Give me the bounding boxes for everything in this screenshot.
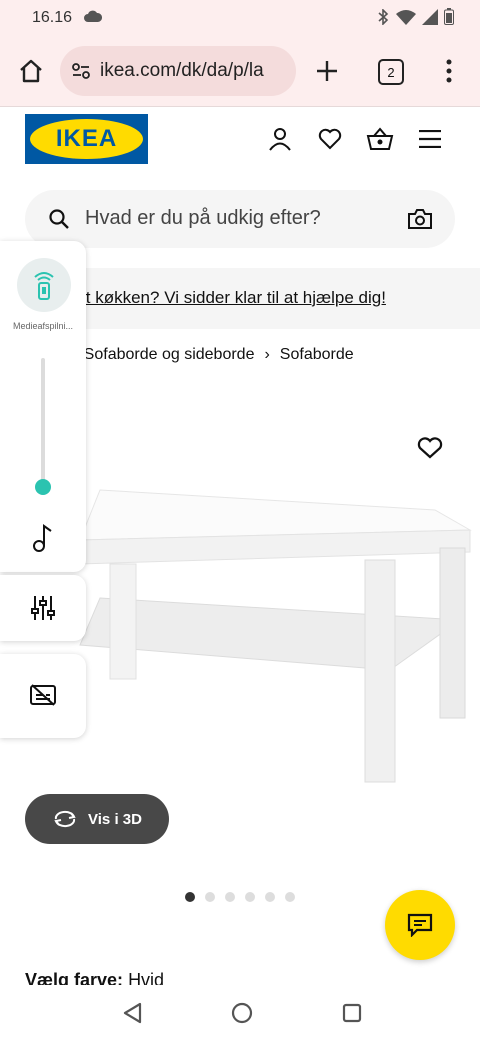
carousel-dot[interactable]: [205, 892, 215, 902]
chat-icon: [407, 913, 433, 937]
status-icons: [376, 8, 454, 25]
media-output-button[interactable]: [17, 258, 71, 312]
chat-button[interactable]: [385, 890, 455, 960]
equalizer-icon[interactable]: [31, 595, 55, 621]
signal-icon: [422, 8, 438, 25]
image-carousel-dots: [185, 892, 295, 902]
captions-off-icon[interactable]: [30, 684, 56, 706]
wifi-icon: [396, 9, 416, 25]
carousel-dot[interactable]: [265, 892, 275, 902]
captions-panel: [0, 654, 86, 738]
carousel-dot[interactable]: [285, 892, 295, 902]
logo-text: IKEA: [55, 125, 118, 152]
system-navigation-bar: [0, 985, 480, 1040]
bluetooth-icon: [378, 8, 389, 25]
carousel-dot[interactable]: [225, 892, 235, 902]
search-input[interactable]: Hvad er du på udkig efter?: [85, 207, 321, 230]
search-icon: [49, 209, 69, 229]
basket-icon[interactable]: [366, 126, 394, 152]
volume-slider[interactable]: [41, 358, 45, 493]
status-bar: 16.16: [0, 0, 480, 36]
carousel-dot[interactable]: [185, 892, 195, 902]
media-label: Medieafspilni...: [12, 321, 74, 331]
more-options-icon[interactable]: [446, 59, 452, 83]
profile-icon[interactable]: [268, 127, 292, 151]
media-control-panel: Medieafspilni...: [0, 241, 86, 572]
cast-device-icon: [34, 272, 54, 300]
cloud-icon: [84, 10, 102, 22]
recents-icon[interactable]: [342, 1003, 362, 1023]
rotate-3d-icon: [54, 810, 76, 828]
tab-switcher-button[interactable]: 2: [378, 59, 404, 85]
carousel-dot[interactable]: [245, 892, 255, 902]
home-circle-icon[interactable]: [231, 1002, 253, 1024]
menu-icon[interactable]: [419, 130, 441, 148]
breadcrumb-item[interactable]: Sofaborde: [280, 346, 354, 364]
breadcrumb: ... › Sofaborde og sideborde › Sofaborde: [45, 346, 354, 364]
banner-link[interactable]: Nyt køkken? Vi sidder klar til at hjælpe…: [65, 288, 386, 308]
status-time: 16.16: [32, 9, 73, 26]
search-bar[interactable]: Hvad er du på udkig efter?: [25, 190, 455, 248]
volume-slider-thumb[interactable]: [35, 479, 51, 495]
equalizer-panel: [0, 575, 86, 641]
view-3d-label: Vis i 3D: [88, 810, 142, 828]
browser-toolbar: ikea.com/dk/da/p/la 2: [0, 36, 480, 107]
breadcrumb-item[interactable]: Sofaborde og sideborde: [84, 346, 255, 364]
url-text: ikea.com/dk/da/p/la: [100, 60, 264, 81]
home-icon[interactable]: [18, 58, 44, 84]
back-icon[interactable]: [122, 1002, 142, 1024]
music-note-icon[interactable]: [32, 523, 54, 553]
new-tab-icon[interactable]: [316, 60, 338, 82]
product-image[interactable]: [40, 480, 480, 790]
view-3d-button[interactable]: Vis i 3D: [25, 794, 169, 844]
url-bar[interactable]: ikea.com/dk/da/p/la: [60, 46, 296, 96]
ikea-logo[interactable]: IKEA: [25, 114, 148, 164]
chevron-right-icon: ›: [264, 346, 270, 363]
favorites-icon[interactable]: [318, 128, 342, 150]
battery-icon: [444, 8, 454, 25]
site-settings-icon[interactable]: [72, 63, 90, 79]
camera-search-icon[interactable]: [407, 208, 433, 230]
add-to-favorites-icon[interactable]: [417, 436, 443, 460]
